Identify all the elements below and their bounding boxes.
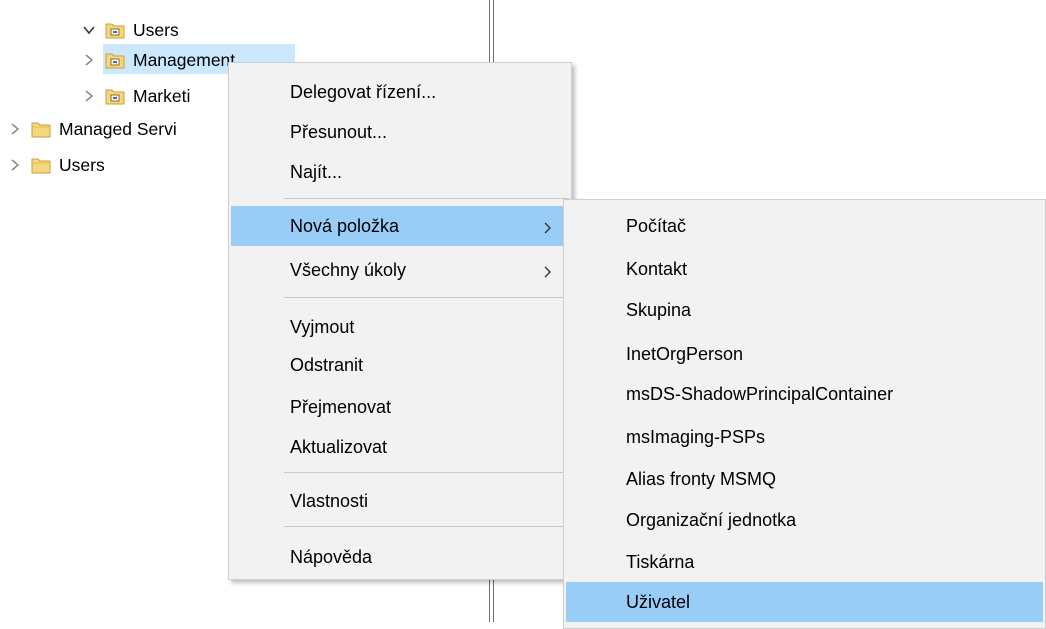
menu-separator: [284, 198, 569, 199]
tree-item-label: Management: [133, 50, 236, 70]
tree-item-managed-service-accounts[interactable]: Managed Servi: [8, 116, 177, 142]
folder-icon: [31, 156, 51, 174]
tree-item-users[interactable]: Users: [8, 152, 105, 178]
menu-item-label: Přejmenovat: [290, 396, 392, 417]
ou-folder-icon: [105, 21, 125, 39]
submenu-item-msmq-alias[interactable]: Alias fronty MSMQ: [566, 459, 1043, 499]
menu-separator: [284, 472, 569, 473]
tree-item-label: Managed Servi: [59, 119, 177, 139]
ou-folder-icon: [105, 51, 125, 69]
menu-item-label: Nová položka: [290, 215, 400, 236]
context-menu: Delegovat řízení... Přesunout... Najít..…: [228, 62, 572, 580]
folder-icon: [31, 120, 51, 138]
tree-item-marketing[interactable]: Marketi: [82, 83, 190, 109]
ou-folder-icon: [105, 87, 125, 105]
new-item-submenu: Počítač Kontakt Skupina InetOrgPerson ms…: [563, 199, 1046, 629]
menu-item-cut[interactable]: Vyjmout: [231, 307, 569, 347]
menu-item-label: Odstranit: [290, 354, 364, 375]
submenu-item-msimaging-psps[interactable]: msImaging-PSPs: [566, 417, 1043, 457]
menu-separator: [284, 297, 569, 298]
menu-item-all-tasks[interactable]: Všechny úkoly: [231, 250, 569, 290]
tree-item-label: Users: [59, 155, 105, 175]
menu-item-label: Delegovat řízení...: [290, 81, 437, 102]
menu-item-label: Organizační jednotka: [626, 509, 797, 530]
tree-item-users-expanded[interactable]: Users: [82, 17, 179, 43]
submenu-item-group[interactable]: Skupina: [566, 290, 1043, 330]
menu-item-help[interactable]: Nápověda: [231, 537, 569, 577]
menu-item-label: Najít...: [290, 161, 343, 182]
menu-item-label: Nápověda: [290, 546, 373, 567]
chevron-down-icon[interactable]: [82, 23, 96, 37]
menu-item-label: Kontakt: [626, 258, 688, 279]
submenu-item-user[interactable]: Uživatel: [566, 582, 1043, 622]
submenu-item-computer[interactable]: Počítač: [566, 206, 1043, 246]
chevron-right-icon[interactable]: [82, 53, 96, 67]
menu-item-label: InetOrgPerson: [626, 343, 744, 364]
chevron-right-icon[interactable]: [8, 122, 22, 136]
menu-item-label: msDS-ShadowPrincipalContainer: [626, 383, 894, 404]
menu-separator: [284, 526, 569, 527]
menu-item-new[interactable]: Nová položka: [231, 206, 569, 246]
menu-item-refresh[interactable]: Aktualizovat: [231, 427, 569, 467]
chevron-right-icon[interactable]: [82, 89, 96, 103]
tree-item-management[interactable]: Management: [82, 47, 235, 73]
menu-item-label: Počítač: [626, 215, 687, 236]
tree-item-label: Users: [133, 20, 179, 40]
menu-item-label: Vlastnosti: [290, 490, 369, 511]
menu-item-label: Tiskárna: [626, 551, 695, 572]
menu-item-label: Alias fronty MSMQ: [626, 468, 777, 489]
menu-item-properties[interactable]: Vlastnosti: [231, 481, 569, 521]
menu-item-label: Vyjmout: [290, 316, 355, 337]
menu-item-move[interactable]: Přesunout...: [231, 112, 569, 152]
submenu-arrow-icon: [543, 263, 553, 278]
submenu-item-contact[interactable]: Kontakt: [566, 249, 1043, 289]
chevron-right-icon[interactable]: [8, 158, 22, 172]
menu-item-rename[interactable]: Přejmenovat: [231, 387, 569, 427]
menu-item-label: Přesunout...: [290, 121, 388, 142]
menu-item-label: Aktualizovat: [290, 436, 388, 457]
menu-item-label: Uživatel: [626, 591, 691, 612]
submenu-item-inetorgperson[interactable]: InetOrgPerson: [566, 334, 1043, 374]
menu-item-label: msImaging-PSPs: [626, 426, 766, 447]
menu-item-label: Skupina: [626, 299, 692, 320]
submenu-item-printer[interactable]: Tiskárna: [566, 542, 1043, 582]
submenu-item-organizational-unit[interactable]: Organizační jednotka: [566, 500, 1043, 540]
submenu-arrow-icon: [543, 219, 553, 234]
menu-item-delegate-control[interactable]: Delegovat řízení...: [231, 72, 569, 112]
submenu-item-shadow-principal-container[interactable]: msDS-ShadowPrincipalContainer: [566, 374, 1043, 414]
tree-item-label: Marketi: [133, 86, 191, 106]
menu-item-delete[interactable]: Odstranit: [231, 345, 569, 385]
menu-item-find[interactable]: Najít...: [231, 152, 569, 192]
menu-item-label: Všechny úkoly: [290, 259, 407, 280]
